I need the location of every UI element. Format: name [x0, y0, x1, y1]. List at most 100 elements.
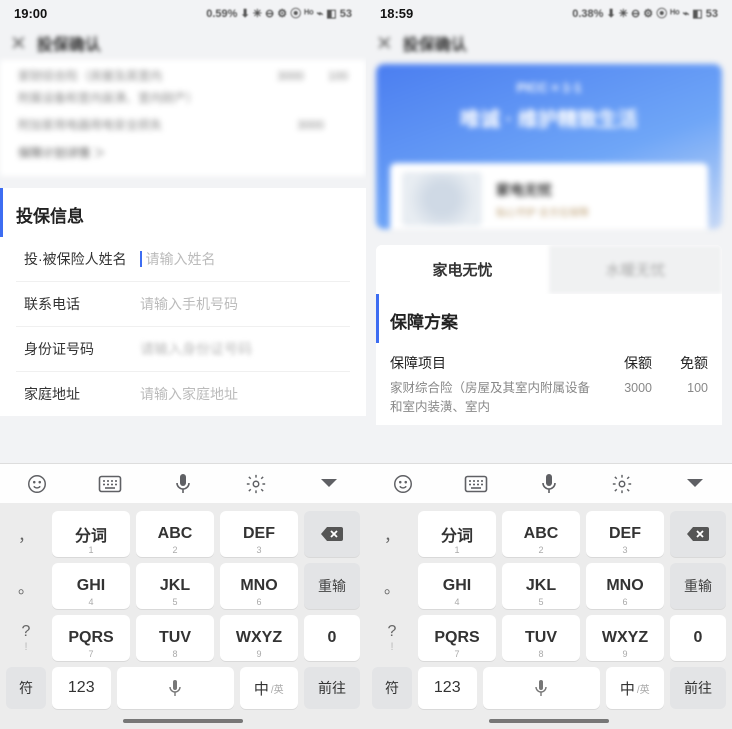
kb-6[interactable]: MNO6 — [586, 563, 664, 609]
kb-go[interactable]: 前往 — [670, 667, 726, 709]
th-amount: 保额 — [596, 353, 652, 373]
status-right: 0.59% ⬇ ✳ ⊖ ⚙ ⦿ ᴴᵒ ⌁ ◧ 53 — [206, 5, 352, 21]
td-amount: 3000 — [596, 379, 652, 417]
kb-num[interactable]: 123 — [52, 667, 111, 709]
kb-0[interactable]: 0 — [304, 615, 360, 661]
kb-space[interactable] — [483, 667, 600, 709]
banner-card: 家电无忧 贴心守护 全方位保障 — [390, 163, 708, 229]
kb-backspace[interactable] — [670, 511, 726, 557]
kb-4[interactable]: GHI4 — [418, 563, 496, 609]
field-address-label: 家庭地址 — [24, 384, 140, 404]
kb-toolbar — [0, 463, 366, 503]
title-bar: ✕ 投保确认 — [366, 26, 732, 60]
keyboard: ， 分词1 ABC2 DEF3 。 GHI4 JKL5 MNO6 重输 ?! P… — [366, 463, 732, 729]
close-icon[interactable]: ✕ — [376, 31, 393, 56]
chevron-down-icon[interactable] — [314, 469, 344, 499]
kb-3[interactable]: DEF3 — [220, 511, 298, 557]
field-address-input[interactable]: 请输入家庭地址 — [140, 384, 342, 404]
td-item: 家财综合险（房屋及其室内附属设备和室内装潢、室内 — [390, 379, 596, 417]
mic-icon[interactable] — [168, 469, 198, 499]
th-item: 保障项目 — [390, 353, 596, 373]
kb-reenter[interactable]: 重输 — [670, 563, 726, 609]
kb-comma[interactable]: ， — [372, 511, 412, 557]
title-bar: ✕ 投保确认 — [0, 26, 366, 60]
kb-1[interactable]: 分词1 — [418, 511, 496, 557]
kb-8[interactable]: TUV8 — [136, 615, 214, 661]
kb-0[interactable]: 0 — [670, 615, 726, 661]
keyboard-icon[interactable] — [461, 469, 491, 499]
banner-image — [402, 172, 482, 226]
status-bar: 19:00 0.59% ⬇ ✳ ⊖ ⚙ ⦿ ᴴᵒ ⌁ ◧ 53 — [0, 0, 366, 26]
kb-5[interactable]: JKL5 — [136, 563, 214, 609]
td-deduct: 100 — [652, 379, 708, 417]
kb-6[interactable]: MNO6 — [220, 563, 298, 609]
kb-backspace[interactable] — [304, 511, 360, 557]
emoji-icon[interactable] — [388, 469, 418, 499]
mic-icon[interactable] — [534, 469, 564, 499]
page-title: 投保确认 — [37, 31, 101, 55]
field-id-input[interactable]: 请输入身份证号码 — [140, 339, 342, 359]
kb-period[interactable]: 。 — [372, 563, 412, 609]
field-phone-label: 联系电话 — [24, 294, 140, 314]
gear-icon[interactable] — [607, 469, 637, 499]
home-indicator — [489, 719, 609, 723]
keyboard-icon[interactable] — [95, 469, 125, 499]
banner-slogan: 唯诚 · 维护精致生活 — [376, 103, 722, 132]
field-name-input[interactable]: 请输入姓名 — [146, 249, 343, 269]
kb-sym[interactable]: 符 — [372, 667, 412, 709]
insure-info-card: 投保信息 投·被保险人姓名 请输入姓名 联系电话 请输入手机号码 身份证号码 请… — [0, 188, 366, 416]
kb-q-ex[interactable]: ?! — [6, 615, 46, 661]
field-id-label: 身份证号码 — [24, 339, 140, 359]
kb-9[interactable]: WXYZ9 — [586, 615, 664, 661]
chevron-down-icon[interactable] — [680, 469, 710, 499]
kb-2[interactable]: ABC2 — [136, 511, 214, 557]
kb-9[interactable]: WXYZ9 — [220, 615, 298, 661]
status-right: 0.38% ⬇ ✳ ⊖ ⚙ ⦿ ᴴᵒ ⌁ ◧ 53 — [572, 5, 718, 21]
plan-card: 保障方案 保障项目 保额 免额 家财综合险（房屋及其室内附属设备和室内装潢、室内… — [376, 294, 722, 425]
section-title: 保障方案 — [376, 294, 708, 343]
kb-lang[interactable]: 中/英 — [240, 667, 299, 709]
field-phone[interactable]: 联系电话 请输入手机号码 — [16, 282, 350, 327]
phone-left: 19:00 0.59% ⬇ ✳ ⊖ ⚙ ⦿ ᴴᵒ ⌁ ◧ 53 ✕ 投保确认 家… — [0, 0, 366, 729]
kb-reenter[interactable]: 重输 — [304, 563, 360, 609]
kb-7[interactable]: PQRS7 — [52, 615, 130, 661]
kb-sym[interactable]: 符 — [6, 667, 46, 709]
close-icon[interactable]: ✕ — [10, 31, 27, 56]
gear-icon[interactable] — [241, 469, 271, 499]
kb-5[interactable]: JKL5 — [502, 563, 580, 609]
kb-q-ex[interactable]: ?! — [372, 615, 412, 661]
kb-1[interactable]: 分词1 — [52, 511, 130, 557]
kb-comma[interactable]: ， — [6, 511, 46, 557]
table-head: 保障项目 保额 免额 — [390, 343, 708, 379]
kb-lang[interactable]: 中/英 — [606, 667, 665, 709]
field-name[interactable]: 投·被保险人姓名 请输入姓名 — [16, 237, 350, 282]
text-cursor — [140, 251, 142, 267]
kb-2[interactable]: ABC2 — [502, 511, 580, 557]
banner-brand: PICC × 1·1 — [376, 64, 722, 95]
field-phone-input[interactable]: 请输入手机号码 — [140, 294, 342, 314]
tab-inactive[interactable]: 水暖无忧 — [549, 245, 722, 294]
kb-num[interactable]: 123 — [418, 667, 477, 709]
field-address[interactable]: 家庭地址 请输入家庭地址 — [16, 372, 350, 416]
status-bar: 18:59 0.38% ⬇ ✳ ⊖ ⚙ ⦿ ᴴᵒ ⌁ ◧ 53 — [366, 0, 732, 26]
kb-go[interactable]: 前往 — [304, 667, 360, 709]
kb-space[interactable] — [117, 667, 234, 709]
kb-4[interactable]: GHI4 — [52, 563, 130, 609]
status-time: 18:59 — [380, 6, 413, 21]
kb-toolbar — [366, 463, 732, 503]
kb-8[interactable]: TUV8 — [502, 615, 580, 661]
kb-3[interactable]: DEF3 — [586, 511, 664, 557]
home-indicator — [123, 719, 243, 723]
tabs: 家电无忧 水暖无忧 — [376, 245, 722, 294]
table-row: 家财综合险（房屋及其室内附属设备和室内装潢、室内 3000 100 — [390, 379, 708, 417]
keyboard: ， 分词1 ABC2 DEF3 。 GHI4 JKL5 MNO6 重输 ?! P… — [0, 463, 366, 729]
blurred-summary: 家财综合险（房屋及其室内 100 3000 附属设备和室内装潢、室内财产） 附加… — [0, 60, 366, 176]
emoji-icon[interactable] — [22, 469, 52, 499]
phone-right: 18:59 0.38% ⬇ ✳ ⊖ ⚙ ⦿ ᴴᵒ ⌁ ◧ 53 ✕ 投保确认 P… — [366, 0, 732, 729]
kb-period[interactable]: 。 — [6, 563, 46, 609]
th-deduct: 免额 — [652, 353, 708, 373]
kb-7[interactable]: PQRS7 — [418, 615, 496, 661]
banner-card-sub: 贴心守护 全方位保障 — [496, 204, 589, 219]
tab-active[interactable]: 家电无忧 — [376, 245, 549, 294]
field-id[interactable]: 身份证号码 请输入身份证号码 — [16, 327, 350, 372]
